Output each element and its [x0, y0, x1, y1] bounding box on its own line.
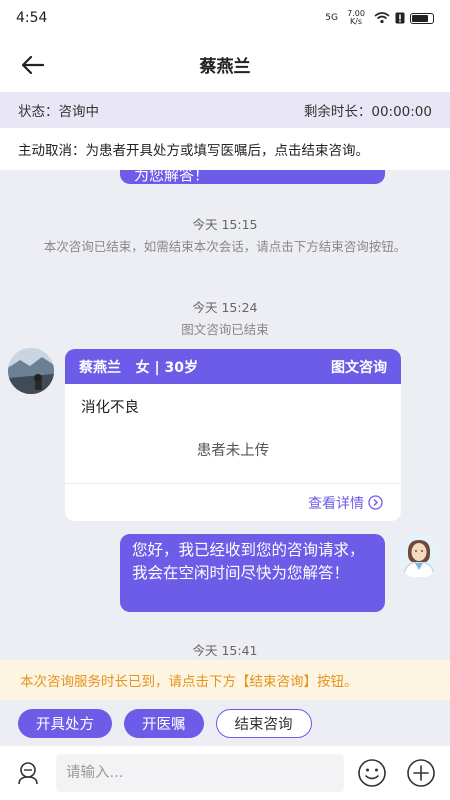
timestamp: 今天 15:41 [192, 643, 258, 658]
view-details-link[interactable]: 查看详情 [65, 483, 401, 521]
status-icons: 5G 7.00 K/s [325, 10, 434, 26]
nav-bar: 蔡燕兰 [0, 36, 450, 92]
end-consultation-button[interactable]: 结束咨询 [215, 708, 312, 738]
network-indicator: 5G [325, 12, 338, 23]
system-message: 图文咨询已结束 [181, 322, 269, 337]
view-details-label: 查看详情 [308, 495, 364, 512]
message-bubble-partial: 为您解答！ [120, 170, 385, 184]
doctor-avatar[interactable] [396, 532, 442, 578]
notice-text: 本次咨询服务时长已到，请点击下方【结束咨询】按钮。 [20, 674, 358, 690]
system-message: 本次咨询已结束，如需结束本次会话，请点击下方结束咨询按钮。 [43, 239, 407, 254]
card-consult-type: 图文咨询 [331, 359, 387, 376]
prescribe-button[interactable]: 开具处方 [18, 708, 112, 738]
back-arrow-icon [22, 56, 44, 74]
remaining-time: 剩余时长：00:00:00 [303, 104, 432, 120]
card-body: 消化不良 患者未上传 [65, 384, 401, 460]
message-bubble: 您好，我已经收到您的咨询请求，我会在空闲时间尽快为您解答！ [120, 534, 385, 612]
cancel-tip-text: 主动取消：为患者开具处方或填写医嘱后，点击结束咨询。 [18, 143, 369, 159]
consultation-card[interactable]: 蔡燕兰 女 | 30岁 图文咨询 消化不良 患者未上传 查看详情 [65, 349, 401, 521]
consult-status-bar: 状态：咨询中 剩余时长：00:00:00 [0, 92, 450, 128]
data-rate: 7.00 K/s [347, 9, 365, 26]
card-complaint: 消化不良 [81, 400, 139, 416]
card-patient-info: 女 | 30岁 [135, 359, 198, 376]
chat-area[interactable]: 为您解答！ 今天 15:15 本次咨询已结束，如需结束本次会话，请点击下方结束咨… [0, 170, 450, 660]
page-title: 蔡燕兰 [199, 56, 251, 77]
service-expired-notice: 本次咨询服务时长已到，请点击下方【结束咨询】按钮。 [0, 660, 450, 700]
action-bar: 开具处方 开医嘱 结束咨询 [0, 700, 450, 746]
doctor-avatar-icon [396, 532, 442, 578]
timestamp: 今天 15:24 [192, 300, 258, 315]
status-bar: 4:54 5G 7.00 K/s [0, 0, 450, 36]
more-button[interactable] [403, 755, 439, 791]
emoji-icon [358, 759, 386, 787]
message-input[interactable] [56, 754, 344, 792]
card-patient-name: 蔡燕兰 [79, 359, 121, 376]
battery-icon [410, 12, 434, 24]
back-button[interactable] [18, 50, 48, 80]
card-upload-status: 患者未上传 [196, 443, 270, 459]
emoji-button[interactable] [354, 755, 390, 791]
plus-icon [407, 759, 435, 787]
landscape-photo-icon [8, 348, 54, 394]
status-time: 4:54 [16, 10, 48, 26]
wifi-icon [374, 12, 390, 24]
consult-status: 状态：咨询中 [18, 104, 99, 120]
medical-advice-button[interactable]: 开医嘱 [124, 708, 204, 738]
card-header: 蔡燕兰 女 | 30岁 图文咨询 [65, 349, 401, 384]
chevron-right-circle-icon [368, 495, 383, 510]
timestamp: 今天 15:15 [192, 217, 258, 232]
voice-button[interactable] [10, 755, 46, 791]
card-patient-summary: 蔡燕兰 女 | 30岁 [79, 357, 198, 377]
cancel-tip: 主动取消：为患者开具处方或填写医嘱后，点击结束咨询。 [0, 128, 450, 170]
patient-avatar[interactable] [8, 348, 54, 394]
input-bar [0, 746, 450, 800]
voice-icon [18, 762, 38, 785]
alert-icon [395, 12, 405, 24]
